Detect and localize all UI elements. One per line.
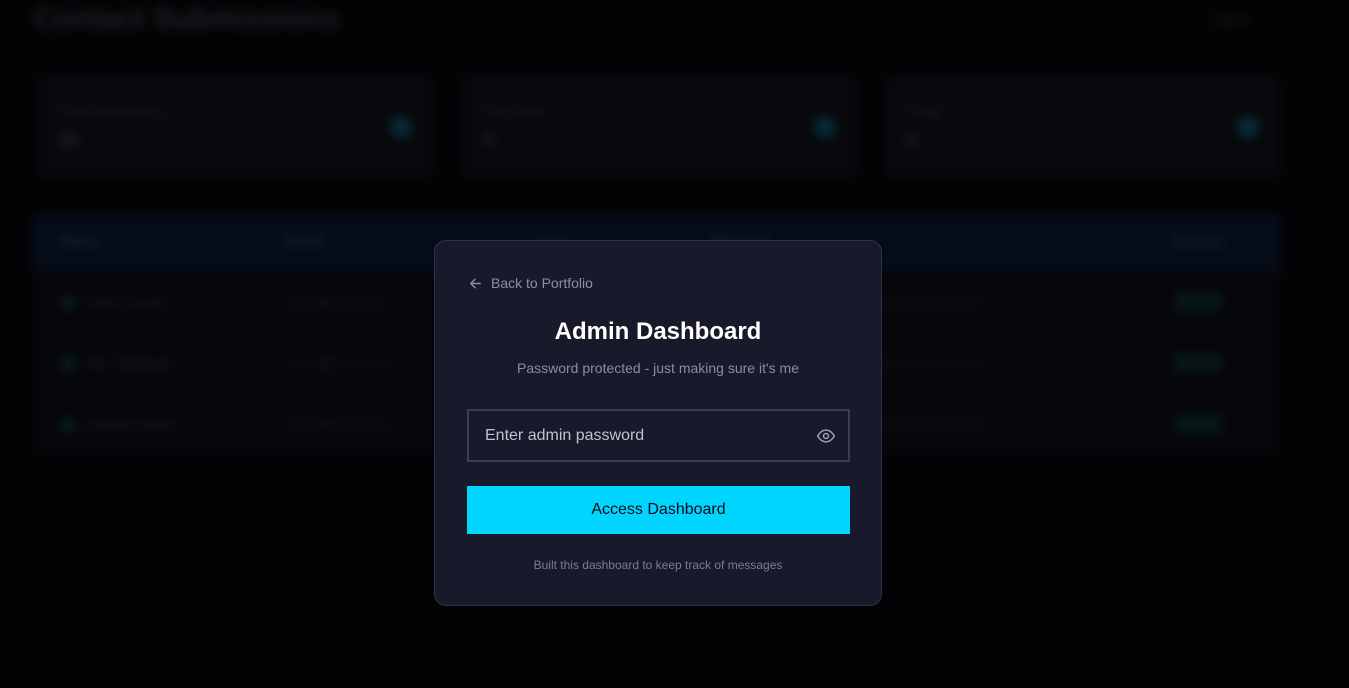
row-email: n••••••@••••••.com [286, 356, 390, 371]
back-link-label: Back to Portfolio [491, 275, 593, 291]
row-name: Admin Rowell [86, 295, 166, 310]
row-action-badge [1174, 415, 1222, 433]
stat-value: 4 [484, 132, 493, 149]
stat-label: Today [907, 104, 942, 119]
checkbox-icon [62, 419, 74, 431]
circle-icon [1237, 116, 1259, 138]
back-to-portfolio-link[interactable]: Back to Portfolio [468, 275, 593, 291]
password-input[interactable] [469, 411, 848, 460]
row-name: Nick Dobrianski [86, 356, 177, 371]
modal-footnote: Built this dashboard to keep track of me… [533, 558, 783, 572]
password-field-wrapper [467, 409, 850, 462]
row-message: •••••••••••••••••••••••• [874, 295, 984, 310]
column-header: Actions [1172, 233, 1224, 249]
circle-icon [390, 116, 412, 138]
stat-value: 0 [907, 132, 916, 149]
stat-label: This Week [484, 104, 546, 119]
modal-title: Admin Dashboard [554, 318, 762, 345]
access-dashboard-button[interactable]: Access Dashboard [467, 486, 850, 534]
stat-label: Total Submissions [60, 104, 165, 119]
row-name: Ashwath Bharat [86, 417, 178, 432]
eye-icon[interactable] [816, 426, 838, 446]
admin-login-modal: Back to Portfolio Admin Dashboard Passwo… [434, 240, 882, 606]
stat-card-total: Total Submissions 83 [37, 75, 433, 177]
logout-link: Logout [1210, 12, 1250, 27]
stat-card-today: Today 0 [884, 75, 1280, 177]
checkbox-icon [62, 358, 74, 370]
row-email: a••••••@••••••.com [286, 417, 390, 432]
row-message: •••••••••••••••••••••••• [874, 356, 984, 371]
page-title: Contact Submissions [33, 2, 340, 35]
row-message: •••••••••••••••••••••••• [874, 417, 984, 432]
row-email: r••••••@••••••.com [286, 295, 387, 310]
modal-subtitle: Password protected - just making sure it… [516, 360, 799, 376]
stat-value: 83 [60, 132, 78, 149]
row-action-badge [1174, 354, 1222, 372]
column-header: Email [286, 233, 324, 249]
checkbox-icon [62, 297, 74, 309]
arrow-left-icon [468, 276, 483, 291]
stat-card-week: This Week 4 [461, 75, 857, 177]
row-action-badge [1174, 293, 1222, 311]
circle-icon [814, 116, 836, 138]
column-header: Name [60, 233, 99, 249]
